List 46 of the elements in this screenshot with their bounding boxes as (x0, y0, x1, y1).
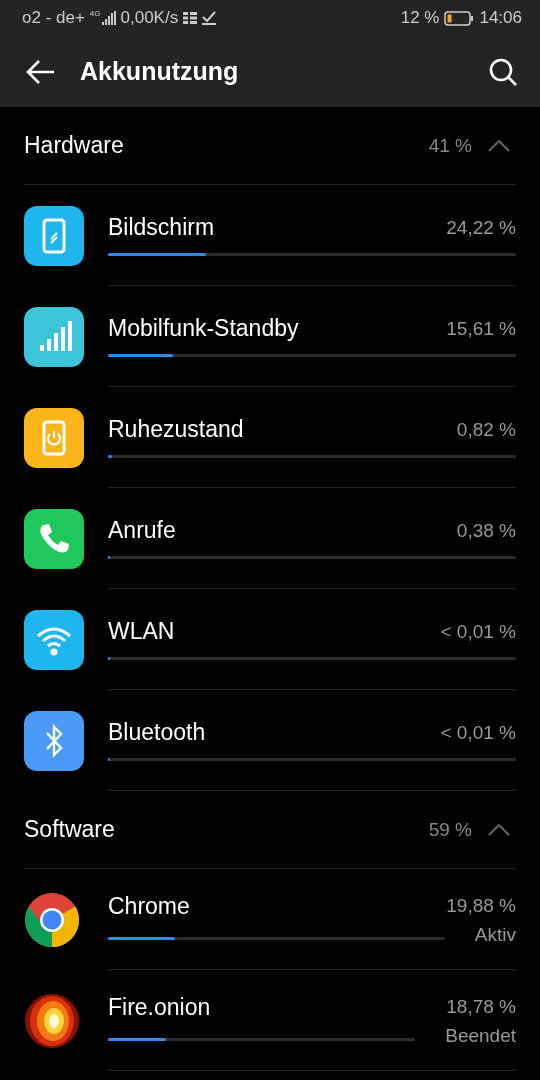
section-header[interactable]: Hardware 41 % (24, 107, 516, 185)
battery-icon (444, 10, 475, 26)
chevron-icon (488, 139, 510, 152)
item-name: Ruhezustand (108, 416, 244, 443)
item-name: Bildschirm (108, 214, 215, 241)
checkmark-icon (202, 11, 217, 25)
usage-item[interactable]: Bluetooth < 0,01 % (24, 690, 540, 791)
network-speed: 0,00K/s (120, 8, 179, 28)
clock: 14:06 (479, 8, 522, 28)
item-name: WLAN (108, 618, 175, 645)
usage-percent: 24,22 % (446, 216, 516, 239)
battery-percent: 12 % (400, 8, 440, 28)
usage-item[interactable]: Mobilfunk-Standby 15,61 % (24, 286, 540, 387)
list-icon (183, 12, 198, 24)
fire-ring-icon (24, 992, 80, 1049)
section-header[interactable]: Software 59 % (24, 791, 516, 869)
chevron-icon (488, 823, 510, 836)
usage-item[interactable]: Ruhezustand 0,82 % (24, 387, 540, 488)
carrier-name: o2 - de+ (22, 8, 85, 28)
section-title: Hardware (24, 132, 124, 159)
item-name: Anrufe (108, 517, 176, 544)
item-name: Mobilfunk-Standby (108, 315, 299, 342)
signal-icon (101, 11, 116, 25)
circle-logo-icon (24, 891, 80, 948)
usage-percent: 0,38 % (456, 519, 516, 542)
section-total: 41 % (428, 134, 472, 157)
item-name: Bluetooth (108, 719, 206, 746)
usage-item[interactable]: Anrufe 0,38 % (24, 488, 540, 589)
app-status: Aktiv (474, 923, 516, 946)
usage-percent: 19,88 % (446, 895, 516, 917)
usage-percent: < 0,01 % (440, 721, 516, 744)
usage-item[interactable]: WLAN < 0,01 % (24, 589, 540, 690)
item-name: Fire.onion (108, 993, 211, 1021)
section-title: Software (24, 816, 115, 843)
usage-percent: 0,82 % (456, 418, 516, 441)
usage-percent: 18,78 % (446, 996, 516, 1018)
usage-percent: < 0,01 % (440, 620, 516, 643)
section-total: 59 % (428, 818, 472, 841)
usage-item[interactable]: Bildschirm 24,22 % (24, 185, 540, 286)
usage-percent: 15,61 % (446, 317, 516, 340)
screen-title: Akkunutzung (80, 57, 239, 86)
network-type: 4G (89, 9, 101, 18)
item-name: Chrome (108, 892, 190, 920)
app-status: Beendet (445, 1024, 516, 1047)
usage-item[interactable]: Chrome 19,88 % Aktiv (24, 869, 540, 970)
usage-item[interactable]: Fire.onion 18,78 % Beendet (24, 970, 540, 1071)
